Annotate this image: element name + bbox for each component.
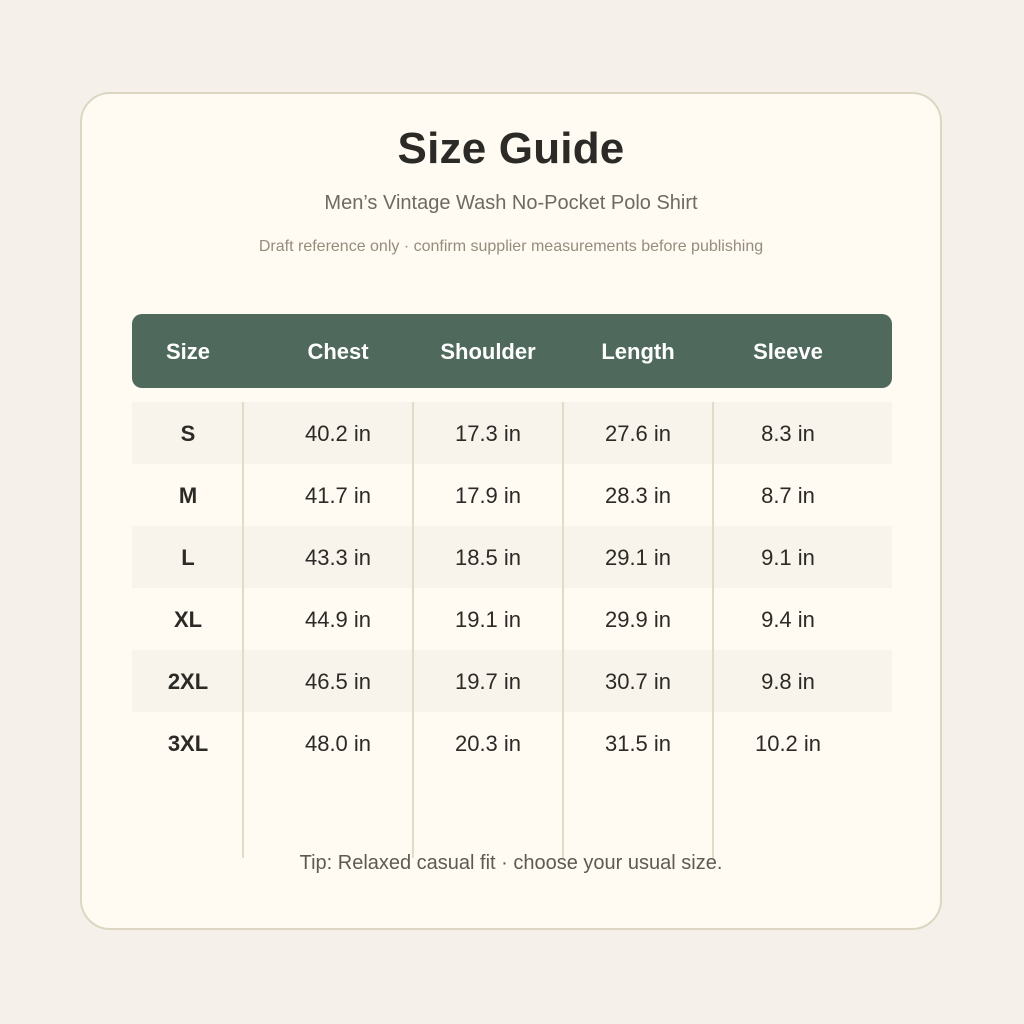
header-sleeve: Sleeve <box>753 339 823 364</box>
column-divider <box>562 402 564 858</box>
header-length: Length <box>601 339 675 364</box>
length-cell: 31.5 in <box>604 731 672 756</box>
length-cell: 30.7 in <box>604 669 672 694</box>
fit-tip: Tip: Relaxed casual fit · choose your us… <box>299 852 723 874</box>
chest-cell: 44.9 in <box>304 607 372 632</box>
chest-cell: 48.0 in <box>304 731 372 756</box>
sleeve-cell: 9.1 in <box>761 545 815 570</box>
size-cell: S <box>180 421 196 446</box>
shoulder-cell: 19.7 in <box>454 669 522 694</box>
length-cell: 29.9 in <box>604 607 672 632</box>
shoulder-cell: 18.5 in <box>454 545 522 570</box>
size-cell: XL <box>173 607 203 632</box>
column-divider <box>712 402 714 858</box>
length-cell: 27.6 in <box>604 421 672 446</box>
table-header: Size Chest Shoulder Length Sleeve <box>132 314 892 388</box>
product-name: Men’s Vintage Wash No-Pocket Polo Shirt <box>324 192 698 214</box>
size-guide-card: Size Guide Men’s Vintage Wash No-Pocket … <box>80 92 942 930</box>
page-title: Size Guide <box>397 124 625 173</box>
shoulder-cell: 20.3 in <box>454 731 522 756</box>
size-cell: L <box>181 545 195 570</box>
shoulder-cell: 19.1 in <box>454 607 522 632</box>
header-size: Size <box>165 339 211 364</box>
table-row: 2XL 46.5 in 19.7 in 30.7 in 9.8 in <box>132 650 892 712</box>
table-row: XL 44.9 in 19.1 in 29.9 in 9.4 in <box>132 588 892 650</box>
column-divider <box>412 402 414 858</box>
length-cell: 29.1 in <box>604 545 672 570</box>
chest-cell: 41.7 in <box>304 483 372 508</box>
column-divider <box>242 402 244 858</box>
shoulder-cell: 17.3 in <box>454 421 522 446</box>
table-row: M 41.7 in 17.9 in 28.3 in 8.7 in <box>132 464 892 526</box>
shoulder-cell: 17.9 in <box>454 483 522 508</box>
chest-cell: 43.3 in <box>304 545 372 570</box>
header-shoulder: Shoulder <box>440 339 536 364</box>
length-cell: 28.3 in <box>604 483 672 508</box>
sleeve-cell: 9.4 in <box>761 607 815 632</box>
size-cell: 2XL <box>167 669 209 694</box>
sleeve-cell: 9.8 in <box>761 669 815 694</box>
size-cell: M <box>178 483 198 508</box>
sleeve-cell: 10.2 in <box>754 731 822 756</box>
table-row: 3XL 48.0 in 20.3 in 31.5 in 10.2 in <box>132 712 892 774</box>
chest-cell: 40.2 in <box>304 421 372 446</box>
size-cell: 3XL <box>167 731 209 756</box>
sleeve-cell: 8.3 in <box>761 421 815 446</box>
chest-cell: 46.5 in <box>304 669 372 694</box>
table-row: L 43.3 in 18.5 in 29.1 in 9.1 in <box>132 526 892 588</box>
header-chest: Chest <box>307 339 369 364</box>
sleeve-cell: 8.7 in <box>761 483 815 508</box>
table-row: S 40.2 in 17.3 in 27.6 in 8.3 in <box>132 402 892 464</box>
draft-note: Draft reference only · confirm supplier … <box>258 238 764 255</box>
